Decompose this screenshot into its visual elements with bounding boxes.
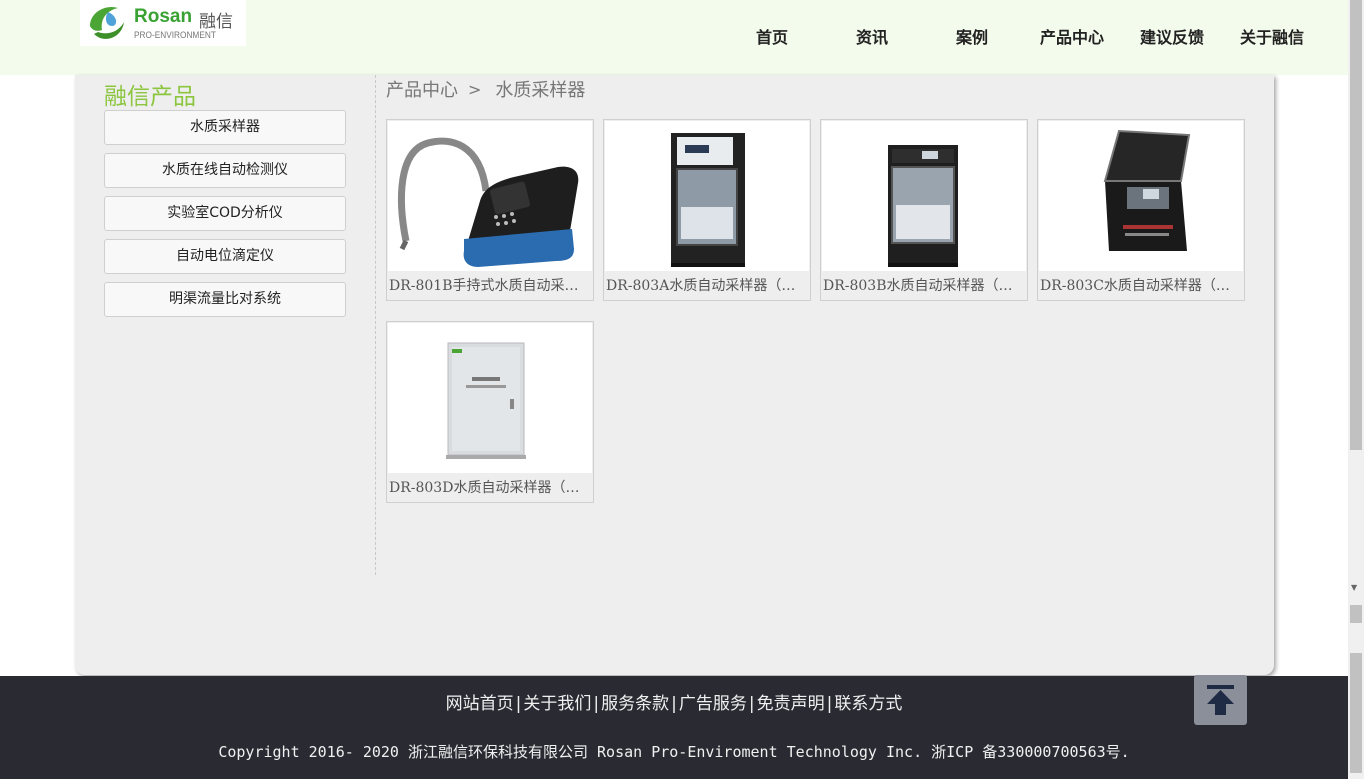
footer-link-disclaimer[interactable]: 免责声明 (757, 694, 825, 714)
content-panel: 融信产品 水质采样器 水质在线自动检测仪 实验室COD分析仪 自动电位滴定仪 明… (75, 75, 1274, 675)
site-footer: 网站首页 | 关于我们 | 服务条款 | 广告服务 | 免责声明 | 联系方式 Copyright … (0, 676, 1348, 779)
product-name[interactable]: DR-803D水质自动采样器（… (389, 477, 589, 497)
product-card[interactable]: DR-801B手持式水质自动采样器 (386, 119, 594, 301)
product-card[interactable]: DR-803A水质自动采样器（… (603, 119, 811, 301)
sidebar-item-cod-analyzer[interactable]: 实验室COD分析仪 (104, 196, 346, 231)
product-image[interactable] (388, 323, 592, 473)
nav-about[interactable]: 关于融信 (1222, 24, 1322, 48)
nav-cases[interactable]: 案例 (922, 24, 1022, 48)
footer-separator: | (593, 694, 600, 714)
footer-link-ads[interactable]: 广告服务 (679, 694, 747, 714)
scrollbar-thumb[interactable] (1350, 0, 1362, 450)
sidebar-item-flow-system[interactable]: 明渠流量比对系统 (104, 282, 346, 317)
sidebar-item-water-sampler[interactable]: 水质采样器 (104, 110, 346, 145)
sidebar-title: 融信产品 (104, 84, 196, 110)
footer-separator: | (515, 694, 522, 714)
vertical-scrollbar[interactable]: ▼ (1348, 0, 1364, 779)
logo-cn: 融信 (199, 12, 233, 32)
breadcrumb-current: 水质采样器 (495, 80, 586, 101)
footer-links: 网站首页 | 关于我们 | 服务条款 | 广告服务 | 免责声明 | 联系方式 (0, 689, 1348, 714)
nav-news[interactable]: 资讯 (822, 24, 922, 48)
footer-link-terms[interactable]: 服务条款 (601, 694, 669, 714)
product-image[interactable] (1039, 121, 1243, 271)
sidebar-item-online-monitor[interactable]: 水质在线自动检测仪 (104, 153, 346, 188)
product-card[interactable]: DR-803B水质自动采样器（… (820, 119, 1028, 301)
footer-separator: | (671, 694, 677, 714)
scroll-down-arrow-icon[interactable]: ▼ (1351, 583, 1357, 592)
breadcrumb-parent[interactable]: 产品中心 (386, 76, 458, 102)
footer-link-about[interactable]: 关于我们 (523, 694, 591, 714)
logo-mark-icon (90, 6, 124, 39)
footer-separator: | (748, 694, 755, 714)
main-nav: 首页 资讯 案例 产品中心 建议反馈 关于融信 (722, 24, 1322, 48)
scrollbar-marker (1350, 605, 1362, 623)
sidebar-item-titrator[interactable]: 自动电位滴定仪 (104, 239, 346, 274)
site-header: Rosan 融信 PRO-ENVIRONMENT 首页 资讯 案例 产品中心 建… (0, 0, 1348, 75)
footer-link-contact[interactable]: 联系方式 (834, 694, 902, 714)
sidebar-list: 水质采样器 水质在线自动检测仪 实验室COD分析仪 自动电位滴定仪 明渠流量比对… (104, 110, 346, 325)
product-card[interactable]: DR-803C水质自动采样器（… (1037, 119, 1245, 301)
logo-subtitle: PRO-ENVIRONMENT (134, 30, 216, 40)
footer-separator: | (826, 694, 833, 714)
product-name[interactable]: DR-803B水质自动采样器（… (823, 275, 1023, 295)
product-image[interactable] (605, 121, 809, 271)
breadcrumb-separator: > (468, 79, 482, 99)
breadcrumb: 产品中心 > 水质采样器 (386, 76, 585, 102)
product-image[interactable] (388, 121, 592, 271)
logo[interactable]: Rosan 融信 PRO-ENVIRONMENT (80, 0, 246, 46)
nav-home[interactable]: 首页 (722, 24, 822, 48)
footer-link-home[interactable]: 网站首页 (446, 694, 514, 714)
scrollbar-marker (1350, 653, 1362, 773)
product-name[interactable]: DR-801B手持式水质自动采样器 (389, 275, 589, 295)
arrow-up-to-line-icon (1207, 685, 1234, 715)
logo-name: Rosan (134, 6, 193, 27)
product-name[interactable]: DR-803C水质自动采样器（… (1040, 275, 1240, 295)
product-card[interactable]: DR-803D水质自动采样器（… (386, 321, 594, 503)
nav-products[interactable]: 产品中心 (1022, 24, 1122, 48)
back-to-top-button[interactable] (1194, 675, 1247, 725)
section-divider (375, 75, 376, 575)
copyright-text: Copyright 2016- 2020 浙江融信环保科技有限公司 Rosan … (218, 743, 1130, 761)
product-name[interactable]: DR-803A水质自动采样器（… (606, 275, 806, 295)
nav-feedback[interactable]: 建议反馈 (1122, 24, 1222, 48)
product-image[interactable] (822, 121, 1026, 271)
